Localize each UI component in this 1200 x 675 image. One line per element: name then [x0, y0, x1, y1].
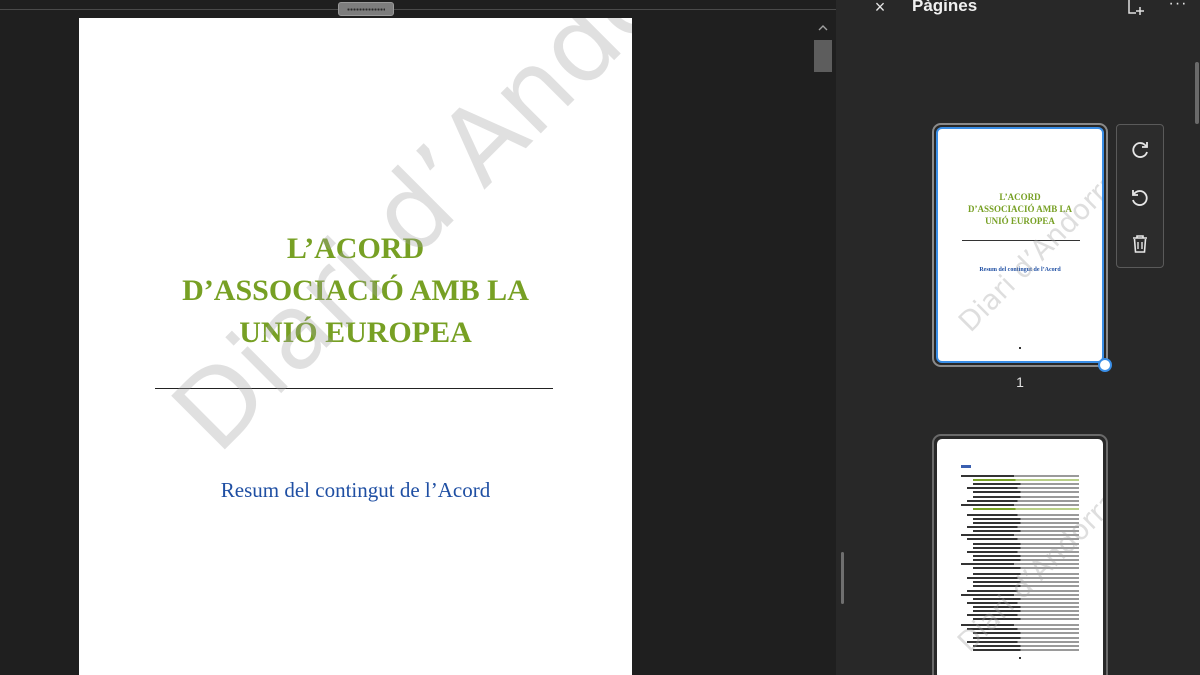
- document-page-1[interactable]: L’ACORD D’ASSOCIACIÓ AMB LA UNIÓ EUROPEA…: [79, 18, 632, 675]
- thumbnail-toc-line: [967, 499, 1079, 502]
- thumbnail-toc-line: [973, 479, 1079, 482]
- thumbnail-toc-line: [973, 648, 1079, 651]
- trash-icon: [1133, 235, 1147, 253]
- toolbar-resize-grip[interactable]: [338, 2, 394, 16]
- thumbnail-toc-line: [967, 513, 1079, 516]
- thumbnail-page-mark: [1019, 657, 1021, 659]
- thumbnail-toc-line: [973, 495, 1079, 498]
- insert-page-icon[interactable]: [1126, 0, 1146, 18]
- document-viewer[interactable]: L’ACORD D’ASSOCIACIÓ AMB LA UNIÓ EUROPEA…: [0, 0, 836, 675]
- chevron-up-icon[interactable]: [812, 20, 834, 38]
- page-thumbnail-1[interactable]: L’ACORD D’ASSOCIACIÓ AMB LA UNIÓ EUROPEA…: [936, 127, 1104, 363]
- viewer-scrollbar[interactable]: [812, 20, 834, 675]
- thumbnail-toc-line: [967, 487, 1079, 490]
- thumbnail-toc-line: [973, 491, 1079, 494]
- rotate-clockwise-button[interactable]: [1125, 135, 1155, 165]
- thumbnail-toc-line: [973, 507, 1079, 510]
- panel-scrollbar[interactable]: [1195, 62, 1199, 124]
- document-title-line: UNIÓ EUROPEA: [239, 316, 472, 349]
- grip-icon: [347, 8, 385, 11]
- thumbnail-toc-heading: [961, 465, 971, 468]
- splitter-handle[interactable]: [841, 552, 844, 604]
- delete-page-button[interactable]: [1125, 229, 1155, 259]
- thumbnail-toc-line: [973, 644, 1079, 647]
- rotate-clockwise-icon: [1132, 142, 1148, 158]
- thumbnail-page-number: 1: [1016, 374, 1024, 390]
- thumbnail-toc-line: [973, 483, 1079, 486]
- document-title-line: L’ACORD: [286, 232, 425, 265]
- rotate-counterclockwise-icon: [1132, 190, 1148, 206]
- document-title-line: D’ASSOCIACIÓ AMB LA: [182, 274, 529, 307]
- thumbnail-resize-handle[interactable]: [1098, 358, 1112, 372]
- more-options-icon[interactable]: ···: [1166, 0, 1190, 16]
- thumbnail-toolbar: [1116, 124, 1164, 268]
- viewer-scroll-thumb[interactable]: [814, 40, 832, 72]
- document-title-rule: [155, 388, 553, 389]
- thumbnail-toc-line: [961, 503, 1079, 506]
- document-subtitle: Resum del contingut de l’Acord: [220, 478, 491, 502]
- thumbnail-page-mark: [1019, 347, 1021, 349]
- toolbar-divider: [0, 9, 836, 10]
- panel-title: Pàgines: [912, 0, 978, 15]
- thumbnail-toc-line: [973, 517, 1079, 520]
- page-thumbnail-2[interactable]: Diari d’Andorra: [937, 439, 1103, 675]
- thumbnail-toc-line: [961, 475, 1079, 477]
- close-panel-button[interactable]: ×: [870, 0, 890, 20]
- pdf-viewer-app: L’ACORD D’ASSOCIACIÓ AMB LA UNIÓ EUROPEA…: [0, 0, 1200, 675]
- rotate-counterclockwise-button[interactable]: [1125, 183, 1155, 213]
- document-title: L’ACORD D’ASSOCIACIÓ AMB LA UNIÓ EUROPEA: [79, 228, 632, 354]
- pages-panel: × Pàgines ··· L’ACORD D’ASSOCIACIÓ AMB L…: [850, 0, 1200, 675]
- panel-splitter[interactable]: [836, 0, 850, 675]
